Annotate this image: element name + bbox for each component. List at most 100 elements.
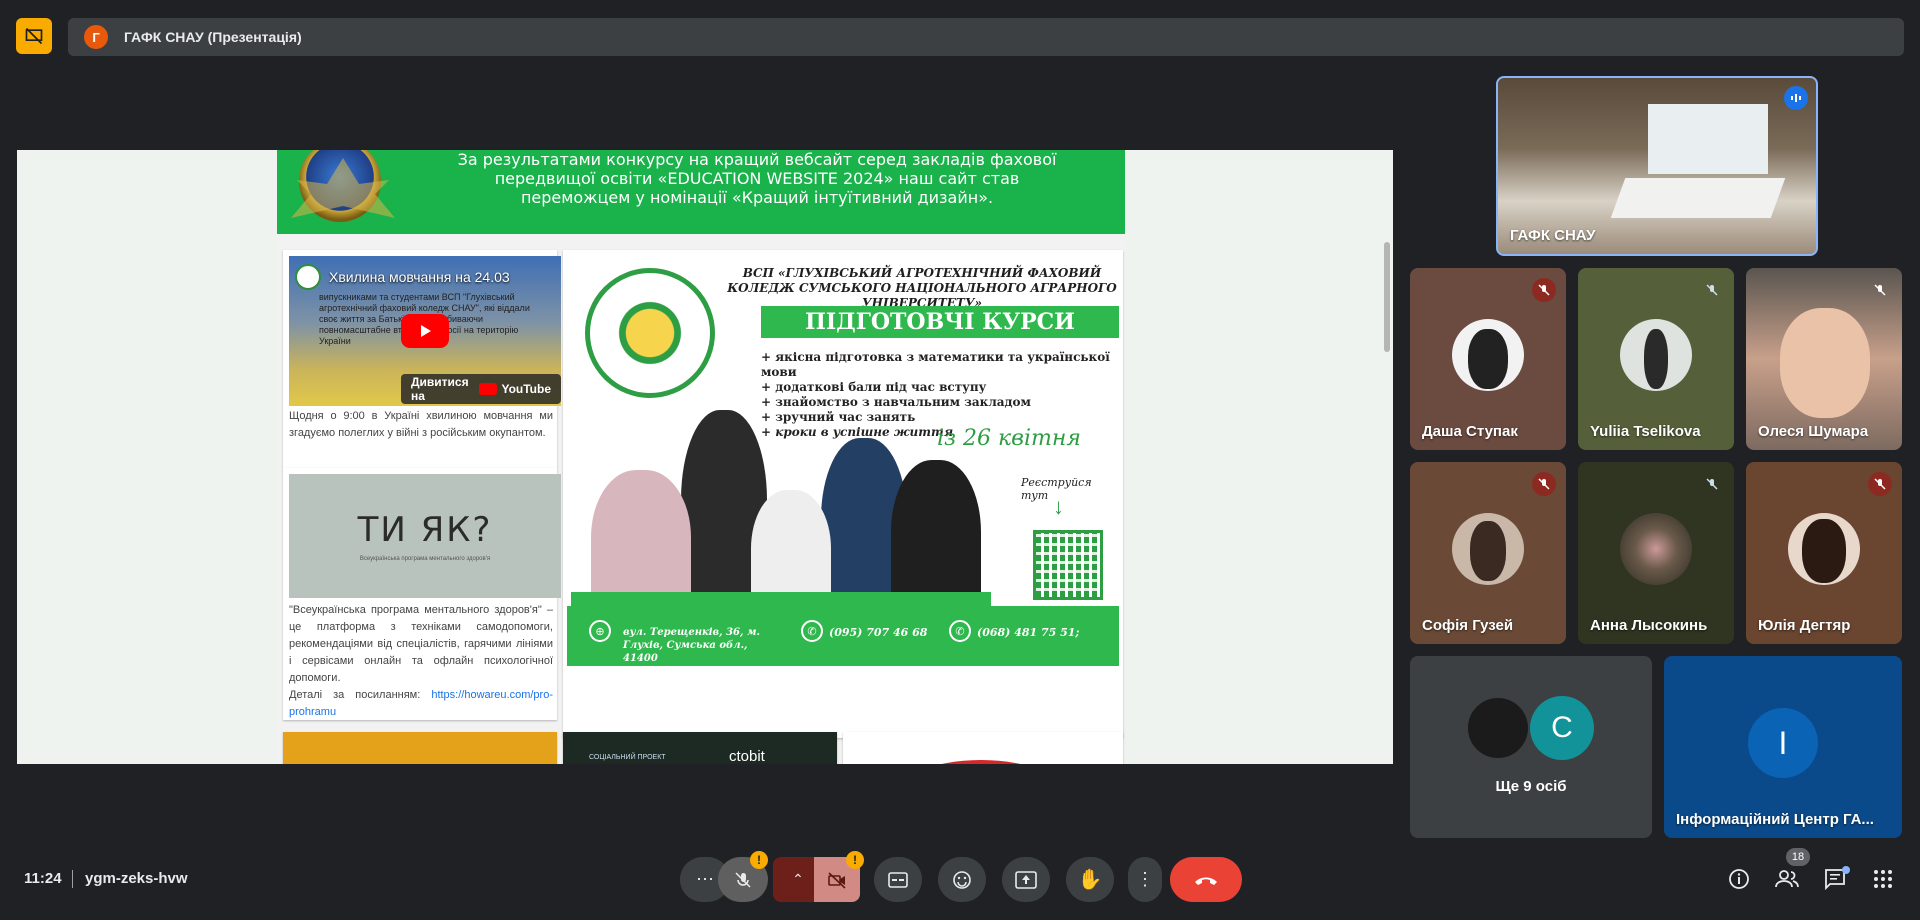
watch-on-label: Дивитися на xyxy=(411,375,469,403)
avatar xyxy=(1466,696,1530,760)
play-button[interactable] xyxy=(401,314,449,348)
activities-button[interactable] xyxy=(1868,864,1898,894)
participant-name: Юлія Дегтяр xyxy=(1758,617,1851,634)
apps-grid-icon xyxy=(1874,870,1892,888)
mental-health-card: ТИ ЯК? Всеукраїнська програма ментальног… xyxy=(283,468,561,720)
captions-icon xyxy=(888,871,908,888)
more-vertical-icon: ⋮ xyxy=(1136,869,1154,889)
participant-name: Інформаційний Центр ГА... xyxy=(1676,811,1874,828)
presentation-title-bar[interactable]: Г ГАФК СНАУ (Презентація) xyxy=(68,18,1904,56)
participant-tile[interactable]: Юлія Дегтяр xyxy=(1746,462,1902,644)
banner-text: За результатами конкурсу на кращий вебса… xyxy=(457,150,1057,207)
speaking-indicator-icon xyxy=(1784,86,1808,110)
avatar xyxy=(1788,513,1860,585)
shared-web-page: За результатами конкурсу на кращий вебса… xyxy=(277,150,1125,764)
presentation-title: ГАФК СНАУ (Презентація) xyxy=(124,29,302,45)
avatar: C xyxy=(1530,696,1594,760)
people-button[interactable] xyxy=(1772,864,1802,894)
poster-footer: ⊕ вул. Терещенків, 36, м. Глухів, Сумськ… xyxy=(567,606,1119,666)
viber-icon: ✆ xyxy=(801,620,823,642)
chat-dot-indicator xyxy=(1842,866,1850,874)
chevron-up-icon: ⌃ xyxy=(792,871,804,887)
qr-code[interactable] xyxy=(1033,530,1103,600)
tyak-caption: "Всеукраїнська програма ментального здор… xyxy=(289,604,553,718)
presentation-icon[interactable] xyxy=(16,18,52,54)
participant-name: Даша Ступак xyxy=(1422,423,1518,440)
channel-icon xyxy=(295,264,321,290)
chat-button[interactable] xyxy=(1820,864,1850,894)
video-thumbnail[interactable]: Хвилина мовчання на 24.03 випускниками т… xyxy=(289,256,561,406)
phone-icon: ✆ xyxy=(949,620,971,642)
courses-heading: ПІДГОТОВЧІ КУРСИ xyxy=(761,306,1119,338)
partial-card-3 xyxy=(843,732,1123,764)
college-name: ВСП «ГЛУХІВСЬКИЙ АГРОТЕХНІЧНИЙ ФАХОВИЙ К… xyxy=(727,266,1117,310)
camera-off-icon xyxy=(828,871,846,889)
watch-on-youtube-button[interactable]: Дивитися на YouTube xyxy=(401,374,561,404)
ellipsis-icon: ⋯ xyxy=(696,869,714,889)
presenter-tile[interactable]: ГАФК СНАУ xyxy=(1496,76,1818,256)
address-text: вул. Терещенків, 36, м. Глухів, Сумська … xyxy=(623,627,760,664)
mic-off-icon xyxy=(1700,278,1724,302)
present-screen-button[interactable] xyxy=(1002,857,1050,902)
video-title: Хвилина мовчання на 24.03 xyxy=(329,269,510,285)
others-label: Ще 9 осіб xyxy=(1495,778,1567,795)
shared-scrollbar[interactable] xyxy=(1381,150,1393,764)
avatar: I xyxy=(1748,708,1818,778)
mic-off-icon xyxy=(735,871,751,888)
bullet-item: додаткові бали під час вступу xyxy=(761,380,1121,395)
partial-card-2: СОЦІАЛЬНИЙ ПРОЕКТ ctobit xyxy=(563,732,837,764)
meeting-details-button[interactable] xyxy=(1724,864,1754,894)
bullet-item: якісна підготовка з математики та україн… xyxy=(761,350,1121,380)
participant-tile[interactable]: I Інформаційний Центр ГА... xyxy=(1664,656,1902,838)
meeting-code: ygm-zeks-hvw xyxy=(85,870,188,887)
participant-tile[interactable]: Софія Гузей xyxy=(1410,462,1566,644)
award-banner: За результатами конкурсу на кращий вебса… xyxy=(277,150,1125,234)
phone-1: (095) 707 46 68 xyxy=(829,626,928,639)
participant-tile[interactable]: Анна Лысокинь xyxy=(1578,462,1734,644)
camera-warning-icon: ! xyxy=(846,851,864,869)
college-logo xyxy=(585,268,715,398)
mic-off-icon xyxy=(1700,472,1724,496)
mic-off-icon xyxy=(1532,278,1556,302)
ctobit-logo: ctobit xyxy=(729,748,765,764)
project-label: СОЦІАЛЬНИЙ ПРОЕКТ xyxy=(589,754,666,761)
raise-hand-button[interactable]: ✋ xyxy=(1066,857,1114,902)
hand-icon: ✋ xyxy=(1077,869,1103,891)
participant-name: Yuliia Tselikova xyxy=(1590,423,1701,440)
scroll-thumb[interactable] xyxy=(1384,242,1390,352)
participant-tile[interactable]: Олеся Шумара xyxy=(1746,268,1902,450)
participant-tile[interactable]: Даша Ступак xyxy=(1410,268,1566,450)
details-label: Деталі за посиланням: xyxy=(289,689,421,701)
video-card: Хвилина мовчання на 24.03 випускниками т… xyxy=(283,250,561,468)
reactions-button[interactable] xyxy=(938,857,986,902)
avatar xyxy=(1452,319,1524,391)
clock: 11:24 xyxy=(24,870,62,887)
people-icon xyxy=(1775,870,1799,888)
presenter-name: ГАФК СНАУ xyxy=(1510,227,1596,244)
hang-up-icon xyxy=(1195,877,1217,885)
avatar xyxy=(1620,319,1692,391)
participant-tile[interactable]: Yuliia Tselikova xyxy=(1578,268,1734,450)
captions-button[interactable] xyxy=(874,857,922,902)
phone-2: (068) 481 75 51; xyxy=(977,626,1080,639)
video-caption: Щодня о 9:00 в Україні хвилиною мовчання… xyxy=(289,410,553,439)
divider xyxy=(72,870,73,888)
register-label: Реєструйся тут xyxy=(1021,476,1092,502)
more-options-button[interactable]: ⋮ xyxy=(1128,857,1162,902)
avatar xyxy=(1452,513,1524,585)
youtube-logo: YouTube xyxy=(479,382,551,396)
shared-screen: За результатами конкурсу на кращий вебса… xyxy=(17,150,1393,764)
participant-name: Софія Гузей xyxy=(1422,617,1514,634)
mic-off-icon xyxy=(1868,472,1892,496)
others-tile[interactable]: C Ще 9 осіб xyxy=(1410,656,1652,838)
participant-name: Олеся Шумара xyxy=(1758,423,1869,440)
tyak-image[interactable]: ТИ ЯК? Всеукраїнська програма ментальног… xyxy=(289,474,561,598)
leave-call-button[interactable] xyxy=(1170,857,1242,902)
tyak-logo: ТИ ЯК? xyxy=(357,510,493,550)
people-count-badge: 18 xyxy=(1786,848,1810,866)
mic-off-icon xyxy=(1868,278,1892,302)
info-icon xyxy=(1729,869,1749,889)
tyak-subtitle: Всеукраїнська програма ментального здоро… xyxy=(359,556,491,562)
globe-icon: ⊕ xyxy=(589,620,611,642)
students-photo xyxy=(571,410,991,628)
